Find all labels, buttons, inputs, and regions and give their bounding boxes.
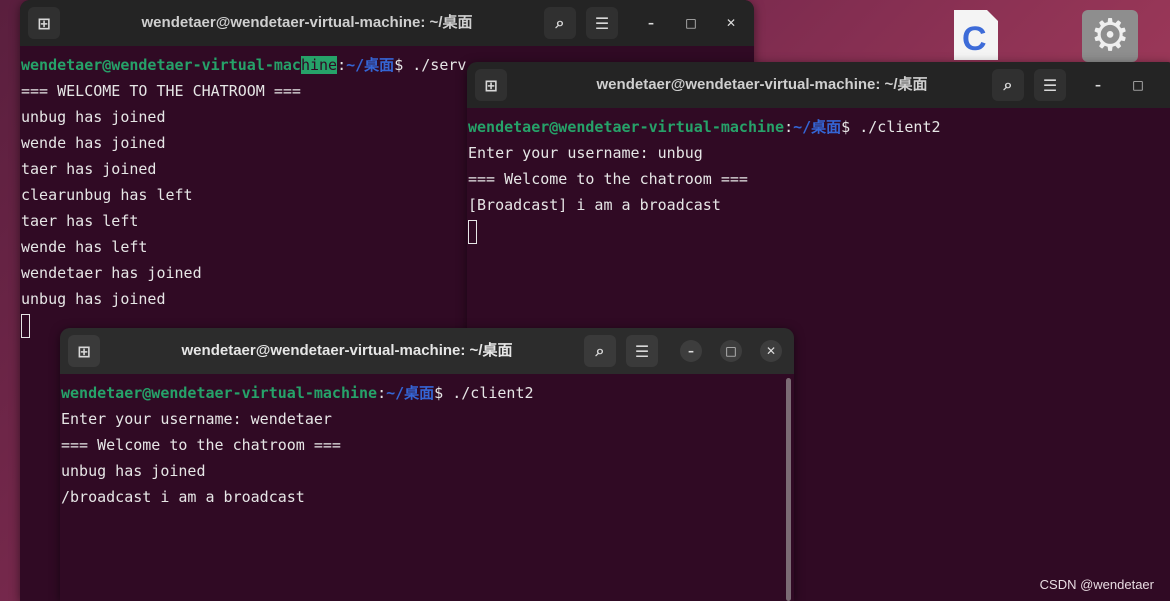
hamburger-menu-icon: ☰ — [594, 13, 610, 33]
prompt-sep: : — [377, 384, 387, 402]
search-button[interactable]: ⌕ — [992, 69, 1024, 101]
client-unbug-titlebar[interactable]: ⊞ wendetaer@wendetaer-virtual-machine: ~… — [467, 62, 1170, 108]
output-line: === Welcome to the chatroom === — [468, 170, 748, 188]
window-title: wendetaer@wendetaer-virtual-machine: ~/桌… — [181, 342, 513, 359]
output-line: === Welcome to the chatroom === — [61, 436, 341, 454]
prompt-dollar: $ — [841, 118, 860, 136]
new-tab-button[interactable]: ⊞ — [68, 335, 100, 367]
new-tab-icon: ⊞ — [37, 13, 51, 33]
command-text: ./client2 — [452, 384, 534, 402]
prompt-sep: : — [337, 56, 347, 74]
prompt-user-host: wendetaer@wendetaer-virtual-mac — [21, 56, 301, 74]
new-tab-button[interactable]: ⊞ — [28, 7, 60, 39]
text-cursor — [21, 313, 30, 338]
new-tab-icon: ⊞ — [484, 75, 498, 95]
client-wendetaer-titlebar[interactable]: ⊞ wendetaer@wendetaer-virtual-machine: ~… — [60, 328, 794, 374]
server-titlebar[interactable]: ⊞ wendetaer@wendetaer-virtual-machine: ~… — [20, 0, 754, 46]
selected-text-highlight: hine — [300, 56, 338, 74]
prompt-path: ~/桌面 — [793, 118, 842, 136]
c-source-file-icon[interactable]: C — [954, 10, 998, 60]
close-button[interactable]: ✕ — [720, 12, 742, 34]
prompt-path: ~/桌面 — [386, 384, 435, 402]
output-line: Enter your username: unbug — [468, 144, 703, 162]
minimize-button[interactable]: – — [1087, 74, 1109, 96]
prompt-dollar: $ — [394, 56, 413, 74]
prompt-sep: : — [784, 118, 794, 136]
window-title: wendetaer@wendetaer-virtual-machine: ~/桌… — [596, 76, 928, 93]
watermark: CSDN @wendetaer — [1039, 577, 1154, 592]
prompt-line: wendetaer@wendetaer-virtual-machine:~/桌面… — [61, 380, 794, 406]
output-line: /broadcast i am a broadcast — [61, 488, 305, 506]
command-text: ./serv — [412, 56, 467, 74]
text-cursor — [468, 219, 477, 244]
settings-gear-icon[interactable]: ⚙ — [1082, 10, 1138, 62]
search-icon: ⌕ — [555, 13, 565, 32]
output-line: [Broadcast] i am a broadcast — [468, 196, 721, 214]
cursor-line — [468, 218, 1170, 244]
command-text: ./client2 — [859, 118, 941, 136]
minimize-button[interactable]: – — [640, 12, 662, 34]
menu-button[interactable]: ☰ — [626, 335, 658, 367]
maximize-button[interactable]: □ — [680, 12, 702, 34]
prompt-path: ~/桌面 — [346, 56, 395, 74]
client-wendetaer-terminal-window[interactable]: ⊞ wendetaer@wendetaer-virtual-machine: ~… — [60, 328, 794, 601]
search-icon: ⌕ — [595, 341, 605, 360]
maximize-button[interactable]: □ — [720, 340, 742, 362]
prompt-user-host: wendetaer@wendetaer-virtual-machine — [61, 384, 378, 402]
new-tab-button[interactable]: ⊞ — [475, 69, 507, 101]
menu-button[interactable]: ☰ — [1034, 69, 1066, 101]
output-line: Enter your username: wendetaer — [61, 410, 332, 428]
new-tab-icon: ⊞ — [77, 341, 91, 361]
close-button[interactable]: ✕ — [760, 340, 782, 362]
hamburger-menu-icon: ☰ — [634, 341, 650, 361]
prompt-user-host: wendetaer@wendetaer-virtual-machine — [468, 118, 785, 136]
search-icon: ⌕ — [1003, 75, 1013, 94]
menu-button[interactable]: ☰ — [586, 7, 618, 39]
hamburger-menu-icon: ☰ — [1042, 75, 1058, 95]
vertical-scrollbar[interactable] — [786, 378, 791, 601]
prompt-dollar: $ — [434, 384, 453, 402]
maximize-button[interactable]: □ — [1127, 74, 1149, 96]
c-letter-glyph: C — [962, 20, 987, 58]
output-line: unbug has joined — [61, 462, 206, 480]
client-wendetaer-terminal-output[interactable]: wendetaer@wendetaer-virtual-machine:~/桌面… — [60, 374, 794, 601]
prompt-line: wendetaer@wendetaer-virtual-machine:~/桌面… — [468, 114, 1170, 140]
window-title: wendetaer@wendetaer-virtual-machine: ~/桌… — [141, 14, 473, 31]
search-button[interactable]: ⌕ — [544, 7, 576, 39]
minimize-button[interactable]: – — [680, 340, 702, 362]
search-button[interactable]: ⌕ — [584, 335, 616, 367]
